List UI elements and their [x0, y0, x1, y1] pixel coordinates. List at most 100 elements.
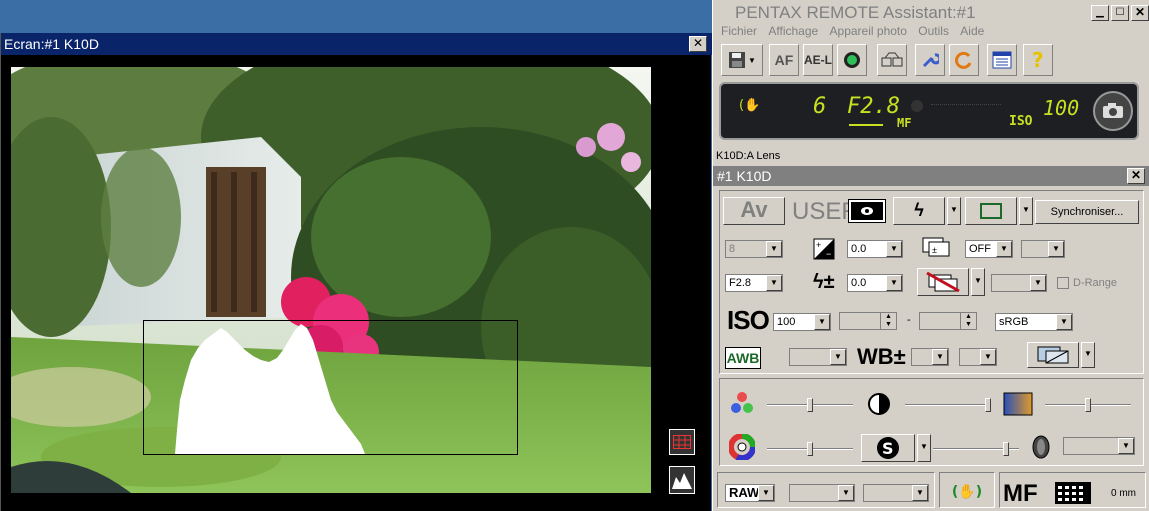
histogram-overlay	[143, 320, 518, 455]
window-list-icon	[992, 51, 1012, 69]
af-area-icon[interactable]	[1055, 482, 1091, 504]
color-wheel-slider[interactable]	[767, 442, 853, 456]
iso-min-spinner[interactable]: ▲ ▼	[839, 312, 897, 330]
green-circle-icon	[844, 52, 860, 68]
lens-info: K10D:A Lens	[716, 150, 781, 162]
saturation-slider[interactable]	[767, 398, 853, 412]
image-tone-dropdown[interactable]: ▼	[1081, 342, 1095, 368]
saturation-thumb[interactable]	[807, 398, 813, 412]
histogram-toggle-button[interactable]	[669, 466, 695, 494]
d-range-checkbox[interactable]	[1057, 277, 1069, 289]
focus-distance: 0 mm	[1111, 488, 1136, 499]
menu-bar: Fichier Affichage Appareil photo Outils …	[713, 24, 1149, 42]
ev-comp-select[interactable]: 0.0 ▼	[847, 240, 903, 258]
bracket-step-select[interactable]: ▼	[1021, 240, 1065, 258]
flash-comp-select[interactable]: 0.0 ▼	[847, 274, 903, 292]
iso-select[interactable]: 100 ▼	[773, 313, 831, 331]
aperture-select[interactable]: F2.8 ▼	[725, 274, 783, 292]
shutter-release-button[interactable]	[1093, 91, 1133, 131]
save-button[interactable]: ▼	[721, 44, 763, 76]
sharpness-slider[interactable]	[933, 442, 1019, 456]
image-tone-button[interactable]	[1027, 342, 1079, 368]
shake-reduction-button[interactable]: (✋)	[945, 480, 989, 504]
refresh-button[interactable]	[949, 44, 979, 76]
sharpness-icon: S	[877, 437, 899, 459]
filter-select[interactable]: ▼	[1063, 437, 1135, 455]
menu-aide[interactable]: Aide	[960, 24, 984, 38]
camera-panel-title: #1 K10D	[713, 166, 1149, 186]
wb-adjust-b-select[interactable]: ▼	[959, 348, 997, 366]
close-button[interactable]: ✕	[1131, 5, 1149, 21]
svg-text:?: ?	[1032, 50, 1044, 70]
ael-button[interactable]: AE-L	[803, 44, 833, 76]
iso-range-separator: -	[907, 314, 911, 326]
color-wheel-thumb[interactable]	[807, 442, 813, 456]
flash-comp-icon: ϟ±	[813, 271, 835, 293]
contrast-thumb[interactable]	[985, 398, 991, 412]
wb-adjust-a-select[interactable]: ▼	[911, 348, 949, 366]
iso-max-spinner[interactable]: ▲ ▼	[919, 312, 977, 330]
sharpness-dropdown[interactable]: ▼	[917, 434, 931, 462]
svg-text:S: S	[882, 439, 894, 458]
quality-select[interactable]: ▼	[789, 484, 855, 502]
tone-icon	[1037, 346, 1069, 364]
color-wheel-icon	[729, 434, 755, 460]
file-format-select[interactable]: RAW ▼	[725, 484, 775, 502]
sync-button[interactable]: Synchroniser...	[1035, 200, 1139, 224]
maximize-button[interactable]: ☐	[1111, 5, 1129, 21]
grid-toggle-button[interactable]	[669, 429, 695, 455]
flash-mode-dropdown[interactable]: ▼	[947, 197, 961, 225]
af-frame-icon	[980, 203, 1002, 219]
shutter-speed-select[interactable]: 8 ▼	[725, 240, 783, 258]
lcd-mf: MF	[897, 116, 912, 130]
preview-window: Ecran:#1 K10D ✕	[0, 33, 712, 511]
hue-slider[interactable]	[1045, 398, 1131, 412]
preview-title: Ecran:#1 K10D	[1, 33, 712, 55]
d-range-label: D-Range	[1073, 277, 1118, 289]
hue-gradient-icon	[1003, 392, 1033, 416]
flash-mode-button[interactable]: ϟ	[893, 197, 945, 225]
metering-button[interactable]	[848, 199, 886, 223]
menu-outils[interactable]: Outils	[918, 24, 949, 38]
lcd-underline	[849, 124, 883, 126]
sharpness-button[interactable]: S	[861, 434, 915, 462]
color-space-select[interactable]: sRGB ▼	[995, 313, 1073, 331]
help-icon: ?	[1032, 50, 1044, 70]
awb-button[interactable]: AWB	[725, 347, 761, 369]
metering-icon	[861, 207, 873, 215]
drive-off-icon	[926, 271, 960, 293]
hue-thumb[interactable]	[1085, 398, 1091, 412]
af-point-dropdown[interactable]: ▼	[1019, 197, 1033, 225]
mode-av-button[interactable]: Av	[723, 197, 785, 225]
lcd-iso-value: 100	[1043, 96, 1080, 120]
svg-text:(✋): (✋)	[739, 97, 759, 112]
camera-connect-button[interactable]	[877, 44, 907, 76]
wb-adjust-label: WB±	[857, 344, 906, 369]
svg-text:−: −	[826, 249, 831, 259]
preview-close-button[interactable]: ✕	[689, 36, 707, 52]
bracket-select[interactable]: OFF ▼	[965, 240, 1013, 258]
menu-affichage[interactable]: Affichage	[768, 24, 818, 38]
wb-select[interactable]: ▼	[789, 348, 847, 366]
tools-button[interactable]	[915, 44, 945, 76]
drive-extra-select[interactable]: ▼	[991, 274, 1047, 292]
shutter-toolbar-button[interactable]	[837, 44, 867, 76]
calendar-button[interactable]	[987, 44, 1017, 76]
camera-panel-close[interactable]: ✕	[1127, 168, 1145, 184]
size-select[interactable]: ▼	[863, 484, 929, 502]
minimize-button[interactable]: ▁	[1091, 5, 1109, 21]
af-point-button[interactable]	[965, 197, 1017, 225]
contrast-slider[interactable]	[905, 398, 991, 412]
floppy-icon	[729, 52, 746, 68]
sharpness-thumb[interactable]	[1003, 442, 1009, 456]
menu-appareil-photo[interactable]: Appareil photo	[830, 24, 907, 38]
drive-mode-dropdown[interactable]: ▼	[971, 268, 985, 296]
help-button[interactable]: ?	[1023, 44, 1053, 76]
wrench-icon	[922, 53, 939, 68]
cameras-icon	[881, 52, 903, 67]
lcd-shutter: 6	[813, 94, 827, 119]
menu-fichier[interactable]: Fichier	[721, 24, 757, 38]
drive-mode-button[interactable]	[917, 268, 969, 296]
af-button[interactable]: AF	[769, 44, 799, 76]
lcd-display: (✋) 6 F2.8 MF ISO 100	[719, 82, 1139, 140]
